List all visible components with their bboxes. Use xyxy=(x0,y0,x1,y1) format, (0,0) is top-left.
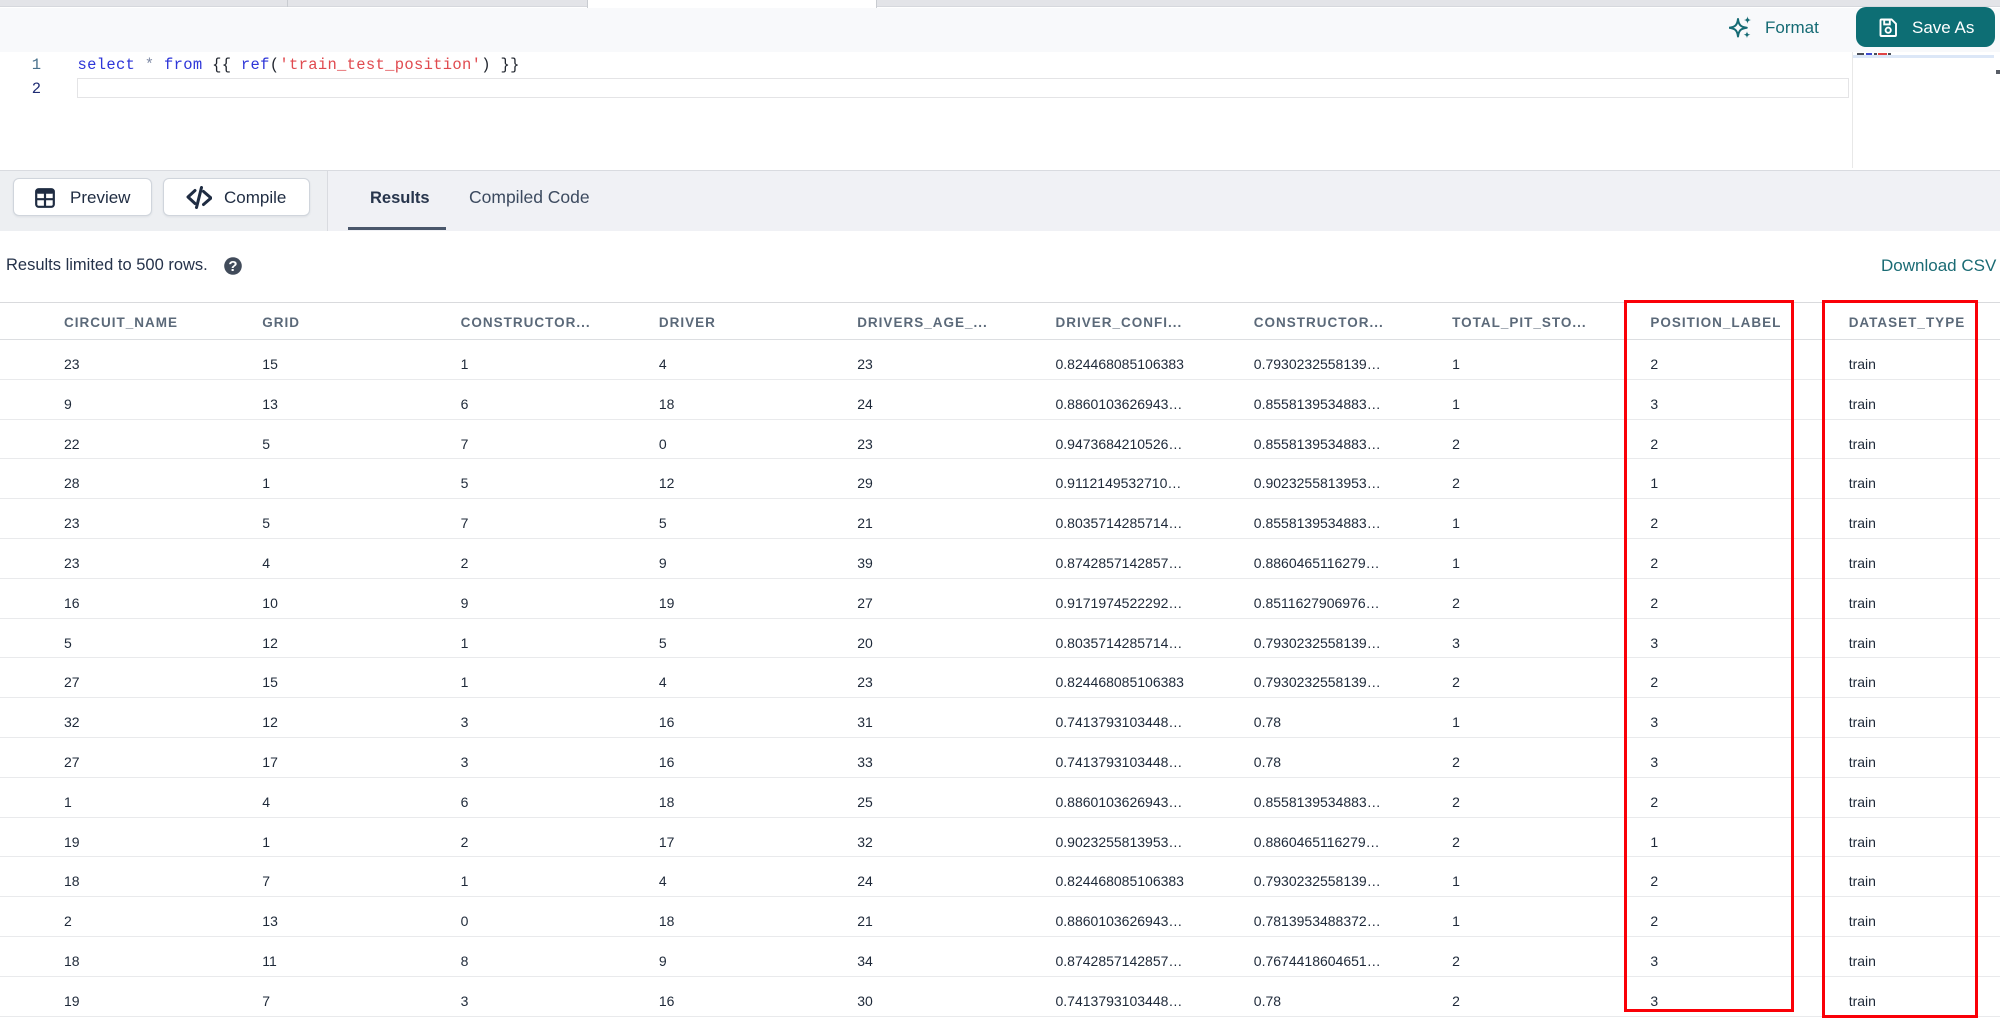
svg-text:?: ? xyxy=(228,258,237,275)
